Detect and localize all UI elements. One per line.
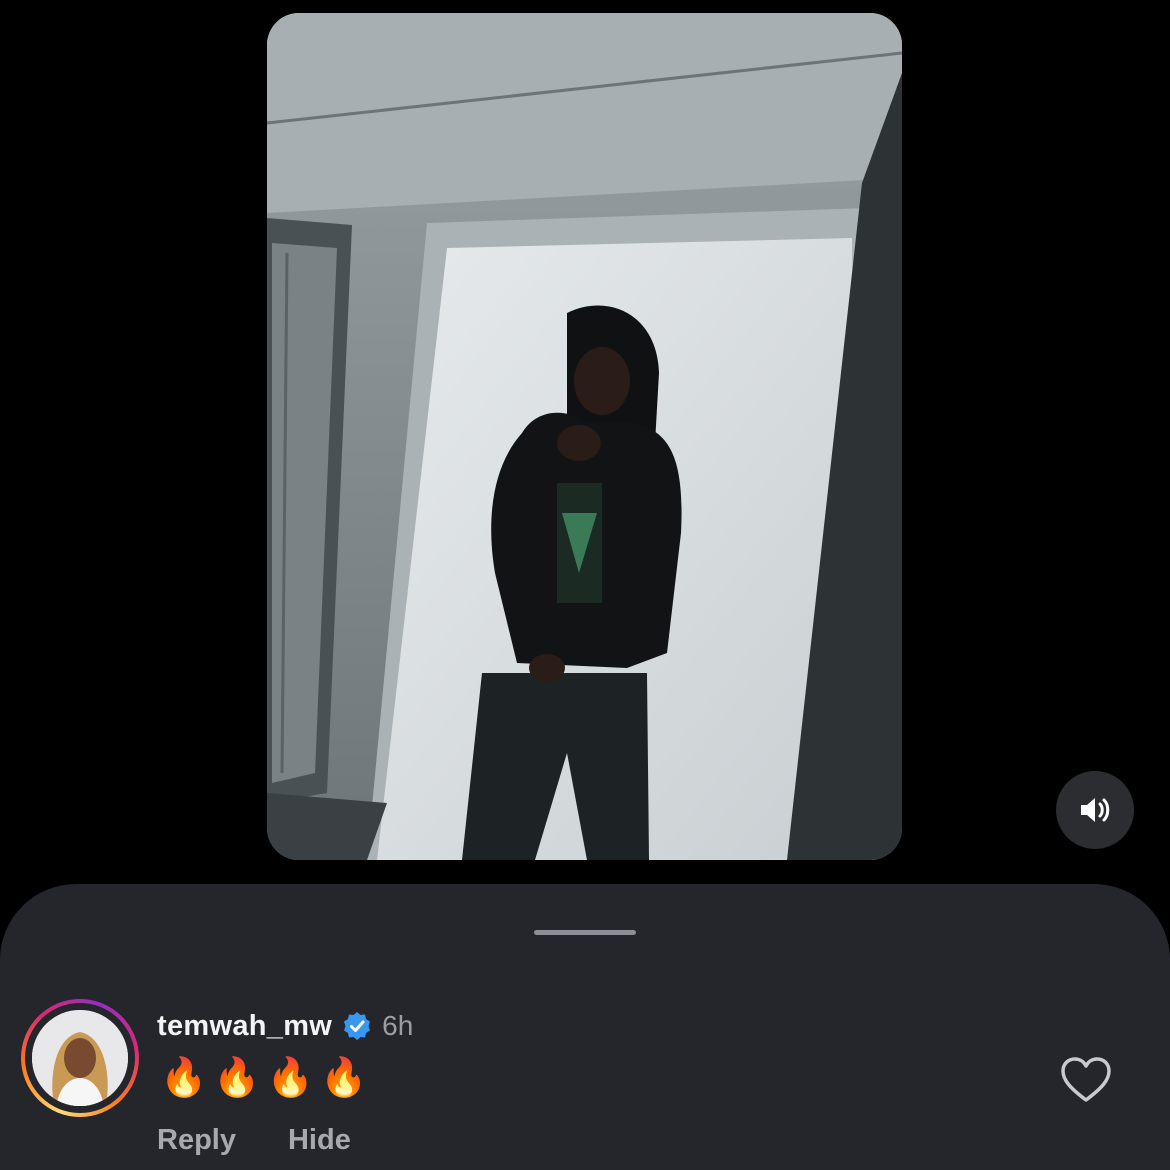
comment-username[interactable]: temwah_mw [157, 1010, 332, 1043]
story-ring[interactable] [21, 999, 139, 1117]
avatar[interactable] [32, 1010, 128, 1106]
avatar-image [32, 1010, 128, 1106]
hide-button[interactable]: Hide [288, 1124, 351, 1157]
reel-comment-screen: temwah_mw 6h 🔥🔥🔥🔥 Reply Hide [0, 0, 1170, 1170]
reply-button[interactable]: Reply [157, 1124, 236, 1157]
sheet-drag-handle[interactable] [534, 930, 636, 935]
sound-toggle-button[interactable] [1056, 771, 1134, 849]
verified-badge-icon [344, 1012, 371, 1040]
comments-sheet: temwah_mw 6h 🔥🔥🔥🔥 Reply Hide [0, 884, 1170, 1170]
comment-timestamp: 6h [382, 1010, 414, 1041]
heart-outline-icon[interactable] [1060, 1056, 1112, 1104]
reel-video[interactable] [267, 13, 902, 860]
comment-header: temwah_mw 6h [157, 1006, 413, 1046]
comment-text: 🔥🔥🔥🔥 [160, 1057, 374, 1099]
speaker-volume-icon [1081, 798, 1110, 822]
video-frame-illustration [267, 13, 902, 860]
comment-actions: Reply Hide [157, 1124, 351, 1157]
